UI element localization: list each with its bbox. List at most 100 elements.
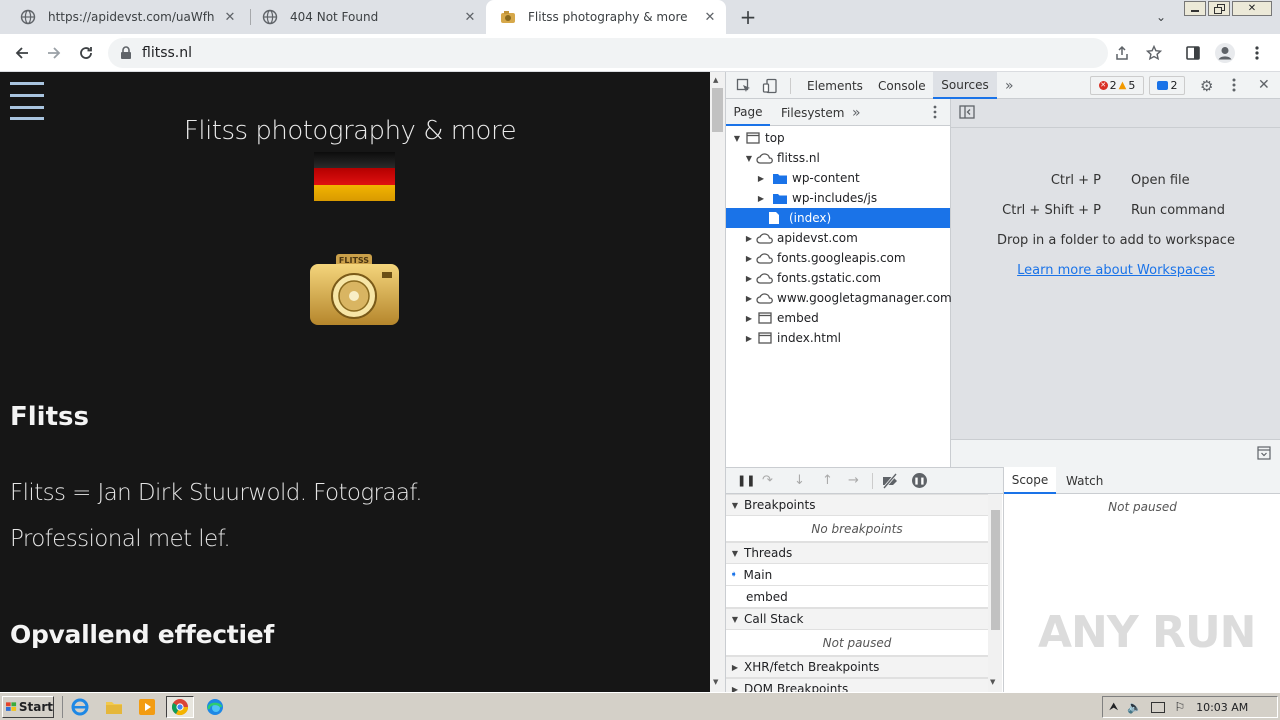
bookmark-button[interactable] [1140,39,1168,67]
step-over-icon[interactable]: ↷ [762,473,773,488]
scroll-up-icon[interactable]: ▲ [713,76,718,84]
tree-item-googleapis[interactable]: ▶ fonts.googleapis.com [726,248,906,268]
forward-button[interactable] [40,39,68,67]
url-text: flitss.nl [142,45,192,61]
tree-label: top [765,131,785,145]
toggle-navigator-icon[interactable] [959,105,975,119]
start-button[interactable]: Start [2,696,54,718]
tab-404[interactable]: 404 Not Found ✕ [248,0,486,34]
share-button[interactable] [1108,39,1136,67]
close-tab-icon[interactable]: ✕ [702,9,718,25]
chrome-taskbar-button[interactable] [166,696,194,718]
reload-button[interactable] [72,39,100,67]
navigator-menu-icon[interactable] [933,105,937,119]
messages-counter[interactable]: 2 [1149,76,1185,95]
tree-item-gstatic[interactable]: ▶ fonts.gstatic.com [726,268,881,288]
file-icon [769,212,779,224]
restore-button[interactable] [1208,1,1230,16]
pause-on-exceptions-icon[interactable]: ❚❚ [912,473,927,488]
step-into-icon[interactable]: ↓ [794,473,805,488]
menu-button[interactable] [1243,39,1271,67]
media-player-icon[interactable] [137,696,157,718]
address-bar[interactable]: flitss.nl [108,38,1108,68]
scroll-down-icon[interactable]: ▼ [990,678,995,686]
threads-header[interactable]: ▼ Threads [726,542,988,564]
camera-logo[interactable]: FLITSS [310,254,399,325]
profile-button[interactable] [1211,39,1239,67]
scrollbar-thumb[interactable] [712,88,723,132]
dom-breakpoints-header[interactable]: ▶ DOM Breakpoints [726,678,988,692]
tab-apidevst[interactable]: https://apidevst.com/uaWfhCZHOIP ✕ [6,0,246,34]
network-icon[interactable] [1151,701,1166,713]
tab-scope[interactable]: Scope [1004,467,1056,494]
message-count: 2 [1170,79,1178,92]
collapsed-triangle-icon: ▶ [745,273,753,283]
tree-item-googletagmanager[interactable]: ▶ www.googletagmanager.com [726,288,952,308]
nav-tab-page[interactable]: Page [726,99,770,126]
side-panel-button[interactable] [1179,39,1207,67]
message-icon [1156,81,1168,90]
thread-main[interactable]: ➧ Main [726,564,988,586]
step-icon[interactable]: → [848,473,859,488]
tree-item-embed[interactable]: ▶ embed [726,308,819,328]
nav-tab-filesystem[interactable]: Filesystem [781,99,844,126]
tab-console[interactable]: Console [878,72,926,99]
close-tab-icon[interactable]: ✕ [462,9,478,25]
inspect-element-icon[interactable] [736,78,752,94]
flag-icon[interactable]: ⚐ [1174,700,1185,714]
back-button[interactable] [8,39,36,67]
minimize-button[interactable] [1184,1,1206,16]
deactivate-breakpoints-icon[interactable] [881,473,899,489]
settings-gear-icon[interactable]: ⚙ [1200,77,1213,95]
tree-item-top[interactable]: ▼ top [726,128,785,148]
close-devtools-icon[interactable]: ✕ [1258,77,1270,93]
new-tab-button[interactable]: + [736,5,760,29]
learn-more-link[interactable]: Learn more about Workspaces [951,263,1280,278]
volume-icon[interactable]: 🔈 [1127,700,1142,714]
file-explorer-icon[interactable] [104,696,124,718]
edge-icon[interactable] [205,696,225,718]
nav-more-button[interactable]: » [852,99,861,126]
xhr-breakpoints-header[interactable]: ▶ XHR/fetch Breakpoints [726,656,988,678]
pause-icon[interactable]: ❚❚ [737,474,755,487]
share-icon [1116,45,1128,60]
close-window-button[interactable]: ✕ [1232,1,1272,16]
more-tabs-button[interactable]: » [1005,72,1014,99]
tab-sources[interactable]: Sources [933,72,997,99]
section-title: Breakpoints [744,498,816,512]
tree-item-wp-content[interactable]: ▶ wp-content [726,168,860,188]
debugger-scrollbar[interactable]: ▼ [988,494,1002,692]
tree-label: (index) [789,211,832,225]
breakpoints-header[interactable]: ▼ Breakpoints [726,494,988,516]
tab-watch[interactable]: Watch [1066,467,1103,494]
kebab-menu-icon [1255,46,1259,60]
forward-arrow-icon [48,47,61,59]
toggle-debugger-icon[interactable] [1257,446,1271,460]
callstack-header[interactable]: ▼ Call Stack [726,608,988,630]
browser-toolbar: flitss.nl [0,34,1280,72]
tree-item-wp-includes[interactable]: ▶ wp-includes/js [726,188,877,208]
debugger-scrollbar-thumb[interactable] [991,510,1000,630]
hamburger-menu-icon[interactable] [10,82,44,120]
drop-folder-text: Drop in a folder to add to workspace [997,233,1235,248]
devtools-menu-icon[interactable] [1232,77,1236,93]
tab-search-chevron-icon[interactable]: ⌄ [1152,8,1170,26]
internet-explorer-icon[interactable] [70,696,90,718]
close-tab-icon[interactable]: ✕ [222,9,238,25]
frame-icon [746,132,760,144]
collapsed-triangle-icon: ▶ [745,293,753,303]
tree-item-flitss[interactable]: ▼ flitss.nl [726,148,820,168]
device-toolbar-icon[interactable] [762,78,778,94]
tree-item-apidevst[interactable]: ▶ apidevst.com [726,228,858,248]
german-flag-icon[interactable] [314,152,395,201]
tree-item-index-html[interactable]: ▶ index.html [726,328,841,348]
issues-counter[interactable]: ✕ 2 ▲ 5 [1090,76,1144,95]
step-out-icon[interactable]: ↑ [822,473,833,488]
tab-elements[interactable]: Elements [807,72,863,99]
scroll-down-icon[interactable]: ▼ [713,678,718,686]
tree-item-index[interactable]: (index) [726,208,950,228]
page-scrollbar[interactable]: ▲ ▼ [710,72,725,692]
show-hidden-icons-icon[interactable]: ⮝ [1109,700,1118,714]
tab-flitss[interactable]: Flitss photography & more ✕ [486,0,726,34]
thread-embed[interactable]: embed [726,586,988,608]
